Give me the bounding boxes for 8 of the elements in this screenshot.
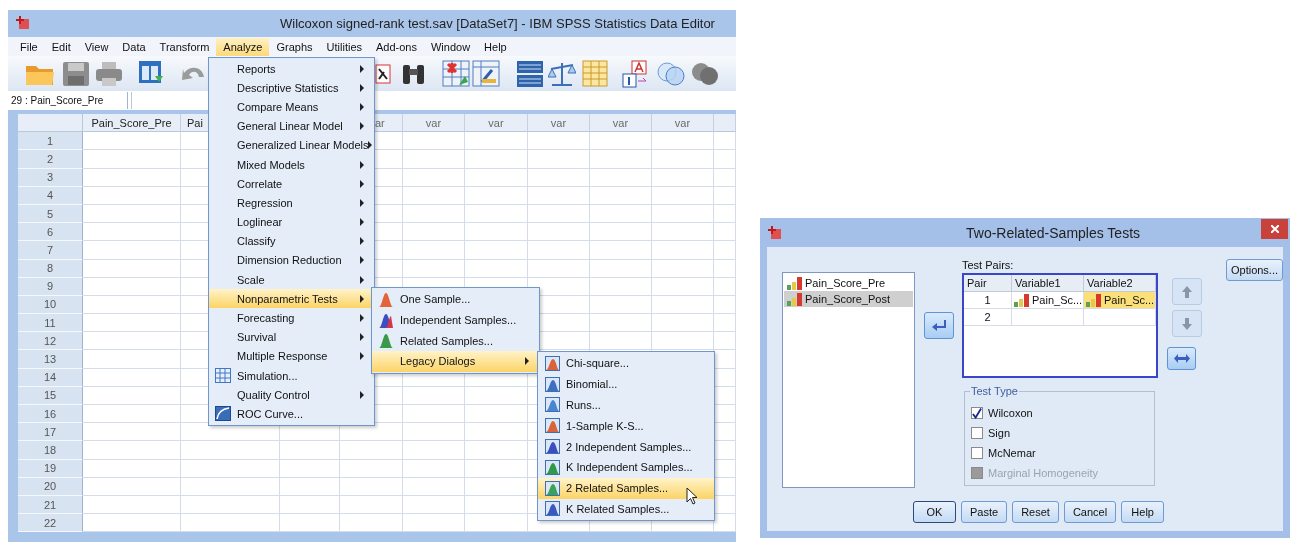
group-title: Test Type	[970, 385, 1019, 397]
column-header: Variable1	[1012, 275, 1084, 292]
cell-reference: 29 : Pain_Score_Pre	[8, 92, 128, 109]
test-pairs-label: Test Pairs:	[962, 259, 1015, 273]
dialog-title: Two-Related-Samples Tests	[966, 224, 1142, 241]
column-header: Pair	[964, 275, 1012, 292]
column-header: Variable2	[1084, 275, 1156, 292]
window-title: Wilcoxon signed-rank test.sav [DataSet7] - IBM SPSS Statistics Data Editor	[280, 15, 715, 31]
